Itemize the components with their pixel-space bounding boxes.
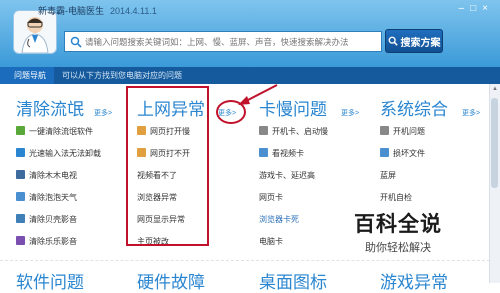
search-box[interactable] — [64, 31, 382, 52]
more-link[interactable]: 更多> — [341, 108, 359, 118]
watermark: 百科全说 助你轻松解决 — [334, 208, 462, 255]
more-link[interactable]: 更多> — [94, 108, 112, 118]
close-icon[interactable]: × — [482, 3, 494, 14]
arrow-icon — [238, 84, 278, 105]
window-title: 新毒霸-电脑医生 2014.4.11.1 — [38, 4, 157, 17]
weather-icon — [16, 192, 25, 201]
tab-problem-nav[interactable]: 问题导航 — [0, 67, 54, 84]
watermark-title: 百科全说 — [354, 213, 442, 236]
list-item[interactable]: 开机问题 — [380, 126, 425, 138]
list-item[interactable]: 一键清除流氓软件 — [16, 126, 93, 138]
list-item[interactable]: 看视频卡 — [259, 148, 304, 160]
list-item[interactable]: 蓝屏 — [380, 170, 396, 182]
maximize-icon[interactable]: □ — [470, 3, 482, 14]
green-tag-icon — [16, 126, 25, 135]
app-version: 2014.4.11.1 — [110, 6, 157, 16]
list-item[interactable]: 浏览器卡死 — [259, 214, 299, 226]
list-item[interactable]: 开机卡、启动慢 — [259, 126, 328, 138]
category-title[interactable]: 清除流氓 — [16, 95, 84, 120]
tv-icon — [16, 170, 25, 179]
app-title: 新毒霸-电脑医生 — [38, 6, 104, 16]
window-controls: –□× — [459, 3, 494, 14]
category-title[interactable]: 系统综合 — [380, 95, 448, 120]
power-icon — [259, 126, 268, 135]
list-item[interactable]: 电脑卡 — [259, 236, 283, 248]
list-item[interactable]: 清除木木电视 — [16, 170, 77, 182]
category-title[interactable]: 硬件故障 — [137, 268, 205, 293]
shell-icon — [16, 214, 25, 223]
category-title[interactable]: 桌面图标 — [259, 268, 327, 293]
category-title[interactable]: 游戏异常 — [380, 268, 448, 293]
media-icon — [16, 236, 25, 245]
highlight-box — [126, 86, 209, 246]
search-button[interactable]: 搜索方案 — [385, 29, 443, 53]
minimize-icon[interactable]: – — [459, 3, 471, 14]
list-item[interactable]: 清除泡泡天气 — [16, 192, 77, 204]
nav-hint: 可以从下方找到您电脑对应的问题 — [62, 71, 182, 80]
section-divider — [0, 260, 500, 261]
list-item[interactable]: 损坏文件 — [380, 148, 425, 160]
app-icon — [16, 148, 25, 157]
scrollbar[interactable]: ▲ — [489, 84, 500, 283]
file-icon — [380, 148, 389, 157]
list-item[interactable]: 清除乐乐影音 — [16, 236, 77, 248]
scroll-thumb[interactable] — [491, 98, 498, 188]
list-item[interactable]: 开机自检 — [380, 192, 412, 204]
header: 新毒霸-电脑医生 2014.4.11.1 –□× 搜索方案 — [0, 0, 500, 67]
video-icon — [259, 148, 268, 157]
search-button-label: 搜索方案 — [400, 37, 441, 49]
list-item[interactable]: 清除贝壳影音 — [16, 214, 77, 226]
magnifier-icon — [388, 36, 398, 46]
search-input[interactable] — [65, 32, 381, 51]
more-link[interactable]: 更多> — [462, 108, 480, 118]
scroll-up-icon[interactable]: ▲ — [490, 84, 500, 94]
list-item[interactable]: 网页卡 — [259, 192, 283, 204]
list-item[interactable]: 游戏卡、延迟高 — [259, 170, 315, 182]
category-title[interactable]: 软件问题 — [16, 268, 84, 293]
watermark-subtitle: 助你轻松解决 — [365, 242, 431, 254]
power-icon — [380, 126, 389, 135]
list-item[interactable]: 光速输入法无法卸载 — [16, 148, 101, 160]
